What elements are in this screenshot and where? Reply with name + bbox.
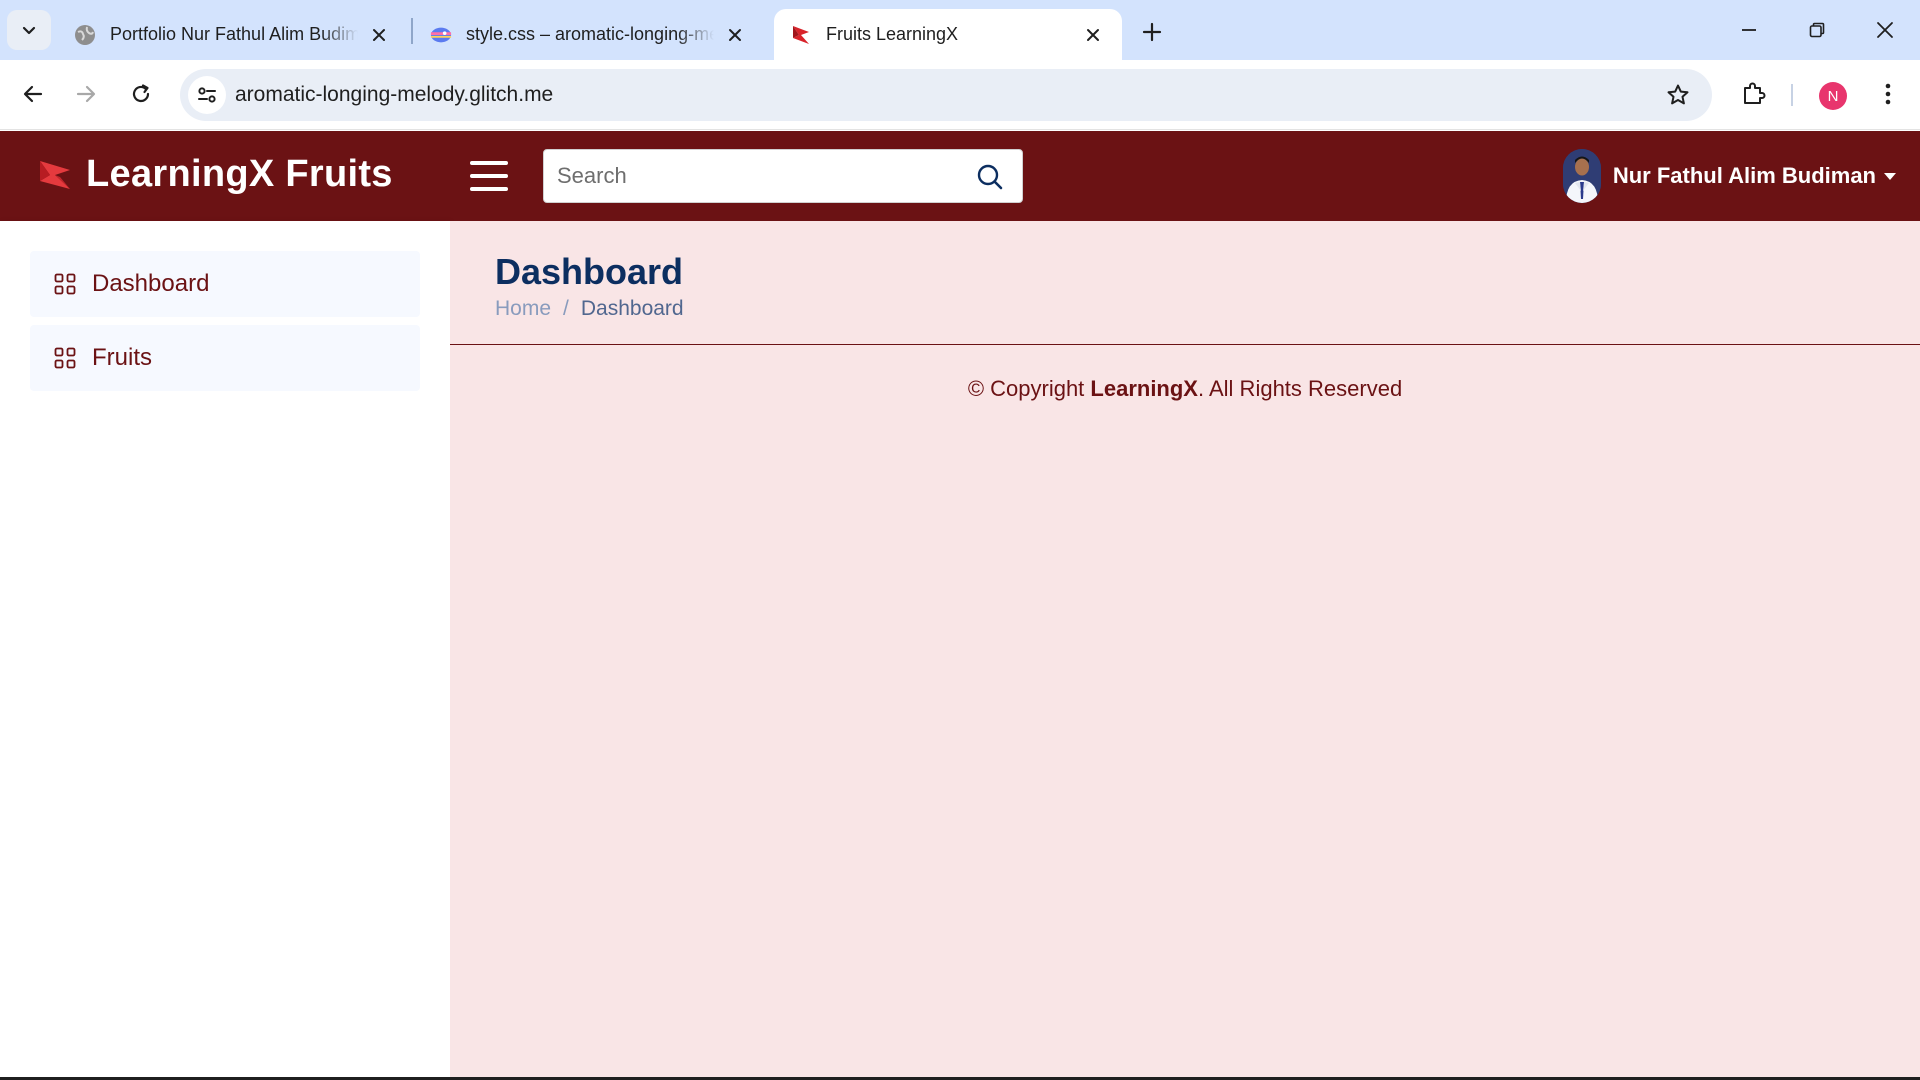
back-button[interactable] bbox=[13, 74, 53, 114]
puzzle-icon bbox=[1744, 82, 1766, 104]
sidebar-item-label: Dashboard bbox=[92, 270, 210, 297]
browser-tab-style-css[interactable]: style.css – aromatic-longing-melody bbox=[414, 9, 764, 60]
close-tab-icon[interactable] bbox=[722, 22, 748, 48]
user-menu[interactable]: Nur Fathul Alim Budiman bbox=[1562, 149, 1896, 203]
minimize-button[interactable] bbox=[1715, 0, 1783, 60]
toolbar-divider bbox=[1791, 84, 1793, 106]
tab-search-button[interactable] bbox=[7, 10, 51, 50]
page-title: Dashboard bbox=[495, 251, 684, 292]
browser-menu-button[interactable] bbox=[1870, 76, 1906, 112]
sidebar-toggle-button[interactable] bbox=[470, 161, 508, 191]
sidebar-item-fruits[interactable]: Fruits bbox=[30, 325, 420, 391]
footer-prefix: © Copyright bbox=[967, 376, 1091, 401]
chevron-down-icon bbox=[22, 26, 36, 35]
address-bar[interactable]: aromatic-longing-melody.glitch.me bbox=[180, 69, 1712, 121]
browser-tab-portfolio[interactable]: Portfolio Nur Fathul Alim Budiman bbox=[58, 9, 408, 60]
search-input[interactable] bbox=[544, 150, 964, 202]
brand-link[interactable]: LearningX Fruits bbox=[38, 153, 393, 196]
breadcrumb: Home / Dashboard bbox=[495, 297, 684, 321]
grid-icon bbox=[54, 273, 76, 295]
main-content: Dashboard Home / Dashboard © Copyright L… bbox=[450, 221, 1920, 1080]
restore-button[interactable] bbox=[1783, 0, 1851, 60]
reload-icon bbox=[132, 84, 150, 103]
tab-title: style.css – aromatic-longing-melody bbox=[466, 24, 714, 44]
forward-button[interactable] bbox=[66, 74, 106, 114]
close-icon bbox=[1877, 22, 1893, 38]
reload-button[interactable] bbox=[121, 74, 161, 114]
learningx-logo-icon bbox=[790, 24, 812, 46]
tab-title: Fruits LearningX bbox=[826, 24, 959, 44]
minimize-icon bbox=[1742, 29, 1756, 31]
new-tab-button[interactable] bbox=[1134, 14, 1170, 50]
star-icon bbox=[1667, 84, 1689, 105]
learningx-logo-icon bbox=[40, 160, 70, 189]
breadcrumb-separator: / bbox=[563, 297, 569, 320]
extensions-button[interactable] bbox=[1735, 76, 1771, 112]
caret-down-icon bbox=[1884, 172, 1896, 180]
restore-icon bbox=[1809, 22, 1825, 38]
grid-icon bbox=[54, 347, 76, 369]
tab-divider bbox=[411, 18, 413, 44]
menu-icon bbox=[470, 161, 508, 165]
site-info-button[interactable] bbox=[188, 76, 226, 114]
profile-avatar-button[interactable]: N bbox=[1819, 82, 1847, 110]
sidebar-item-dashboard[interactable]: Dashboard bbox=[30, 251, 420, 317]
arrow-right-icon bbox=[76, 85, 96, 103]
plus-icon bbox=[1142, 22, 1162, 42]
arrow-left-icon bbox=[23, 85, 43, 103]
sidebar: Dashboard Fruits bbox=[0, 221, 450, 1080]
tune-icon bbox=[198, 87, 216, 103]
browser-toolbar: aromatic-longing-melody.glitch.me N bbox=[0, 60, 1920, 130]
search-bar bbox=[543, 149, 1023, 203]
globe-icon bbox=[74, 24, 96, 46]
url-text[interactable]: aromatic-longing-melody.glitch.me bbox=[235, 83, 553, 107]
search-icon[interactable] bbox=[976, 163, 1004, 191]
brand-name: LearningX Fruits bbox=[86, 153, 393, 195]
close-tab-icon[interactable] bbox=[366, 22, 392, 48]
breadcrumb-home-link[interactable]: Home bbox=[495, 297, 551, 321]
footer-copyright: © Copyright LearningX. All Rights Reserv… bbox=[450, 344, 1920, 402]
bookmark-star-button[interactable] bbox=[1664, 81, 1692, 109]
footer-brand: LearningX bbox=[1090, 376, 1198, 401]
close-window-button[interactable] bbox=[1851, 0, 1919, 60]
glitch-fish-icon bbox=[430, 24, 452, 46]
footer-suffix: . All Rights Reserved bbox=[1197, 376, 1403, 401]
tab-title: Portfolio Nur Fathul Alim Budiman bbox=[110, 24, 358, 44]
breadcrumb-current: Dashboard bbox=[580, 297, 684, 320]
user-name: Nur Fathul Alim Budiman bbox=[1612, 163, 1876, 188]
browser-tabstrip: Portfolio Nur Fathul Alim Budiman style.… bbox=[0, 0, 1920, 60]
close-tab-icon[interactable] bbox=[1080, 22, 1106, 48]
sidebar-item-label: Fruits bbox=[92, 344, 152, 371]
app-header: LearningX Fruits Nur Fathul Alim Budiman bbox=[0, 131, 1920, 221]
more-vert-icon bbox=[1885, 83, 1891, 105]
avatar bbox=[1562, 149, 1601, 203]
browser-tab-fruits-learningx[interactable]: Fruits LearningX bbox=[774, 9, 1122, 60]
